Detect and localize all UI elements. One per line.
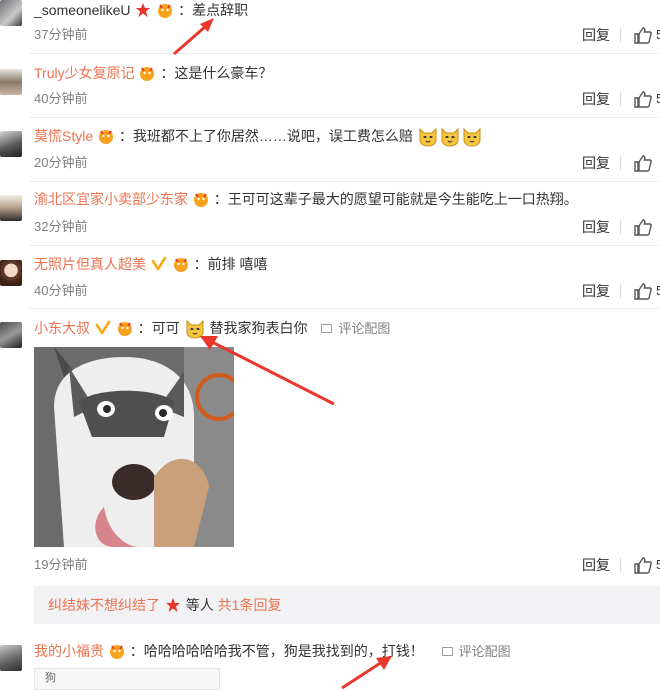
- doge-emoji-icon: [419, 128, 437, 147]
- annotation-arrow: [341, 656, 392, 690]
- divider: [620, 156, 621, 170]
- comment-time: 37分钟前: [34, 27, 88, 42]
- thumbs-up-icon[interactable]: [633, 218, 653, 236]
- comment-time: 20分钟前: [34, 155, 88, 170]
- divider: [30, 53, 660, 54]
- avatar[interactable]: [0, 322, 22, 348]
- view-replies-link[interactable]: 共1条回复: [218, 597, 282, 613]
- star-badge-icon: [165, 598, 180, 613]
- thumbs-up-icon[interactable]: [633, 90, 653, 108]
- level-badge-icon: [140, 67, 155, 82]
- avatar[interactable]: [0, 131, 22, 157]
- like-count: 5: [656, 27, 660, 42]
- divider: [620, 220, 621, 234]
- level-badge-icon: [99, 130, 114, 145]
- vip-check-icon: [151, 256, 167, 271]
- thumbs-up-icon[interactable]: [633, 282, 653, 300]
- divider: [620, 92, 621, 106]
- reply-button[interactable]: 回复: [582, 282, 610, 300]
- comment-username[interactable]: _someonelikeU: [34, 2, 131, 18]
- preview-text: 狗: [45, 672, 56, 684]
- star-badge-icon: [136, 3, 151, 18]
- divider: [30, 308, 660, 309]
- divider: [30, 181, 660, 182]
- doge-emoji-icon: [463, 128, 481, 147]
- comment-username[interactable]: 莫慌Style: [34, 128, 93, 144]
- avatar[interactable]: [0, 645, 22, 671]
- sub-reply-username[interactable]: 纠结妹不想纠结了: [48, 597, 160, 613]
- doge-emoji-icon: [441, 128, 459, 147]
- comment-time: 40分钟前: [34, 91, 88, 106]
- thumbs-up-icon[interactable]: [633, 26, 653, 44]
- comment-text: ：可可: [137, 320, 180, 336]
- comment-time: 40分钟前: [34, 283, 88, 298]
- comment-username[interactable]: 我的小福贵: [34, 643, 104, 659]
- comment-text: ：这是什么豪车？: [160, 65, 273, 81]
- avatar[interactable]: [0, 0, 22, 26]
- divider: [30, 245, 660, 246]
- sub-reply-text: 等人: [185, 597, 214, 613]
- vip-check-icon: [95, 320, 111, 335]
- sub-replies-bar[interactable]: 纠结妹不想纠结了 等人 共1条回复: [34, 586, 660, 624]
- comment-text: ：我班都不上了你居然……说吧，误工费怎么赔: [118, 128, 413, 144]
- comment-picture-label: 评论配图: [458, 644, 511, 659]
- level-badge-icon: [117, 322, 132, 337]
- level-badge-icon: [173, 258, 188, 273]
- comment-time: 32分钟前: [34, 219, 88, 234]
- divider: [620, 28, 621, 42]
- like-count: 5: [656, 557, 660, 572]
- reply-button[interactable]: 回复: [582, 90, 610, 108]
- reply-button[interactable]: 回复: [582, 218, 610, 236]
- level-badge-icon: [193, 193, 208, 208]
- comment-username[interactable]: 无照片但真人超美: [34, 256, 146, 272]
- divider: [30, 117, 660, 118]
- like-count: 5: [656, 283, 660, 298]
- comment-image-preview[interactable]: 狗: [34, 668, 220, 690]
- comment-list: _someonelikeU ：差点辞职 37分钟前 回复 5 Truly少女复原…: [0, 0, 660, 690]
- thumbs-up-icon[interactable]: [633, 556, 653, 574]
- annotation-arrow: [173, 18, 214, 56]
- comment-time: 19分钟前: [34, 557, 88, 572]
- comment-username[interactable]: 渝北区宜家小卖部少东家: [34, 191, 188, 207]
- annotation-arrow: [200, 336, 335, 406]
- comment-username[interactable]: 小东大叔: [34, 320, 90, 336]
- reply-button[interactable]: 回复: [582, 154, 610, 172]
- avatar[interactable]: [0, 69, 22, 95]
- comment-picture-label: 评论配图: [338, 321, 391, 336]
- image-icon: [441, 647, 453, 657]
- comment-picture-link[interactable]: 评论配图: [441, 644, 511, 659]
- comment-text: ：王可可这辈子最大的愿望可能就是今生能吃上一口热翔。: [213, 191, 578, 207]
- thumbs-up-icon[interactable]: [633, 154, 653, 172]
- reply-button[interactable]: 回复: [582, 26, 610, 44]
- comment-text: ：前排 嘻嘻: [193, 256, 268, 272]
- level-badge-icon: [109, 645, 124, 660]
- like-count: 5: [656, 91, 660, 106]
- comment-username[interactable]: Truly少女复原记: [34, 65, 135, 81]
- divider: [620, 284, 621, 298]
- avatar[interactable]: [0, 195, 22, 221]
- reply-button[interactable]: 回复: [582, 556, 610, 574]
- avatar[interactable]: [0, 260, 22, 286]
- divider: [620, 558, 621, 572]
